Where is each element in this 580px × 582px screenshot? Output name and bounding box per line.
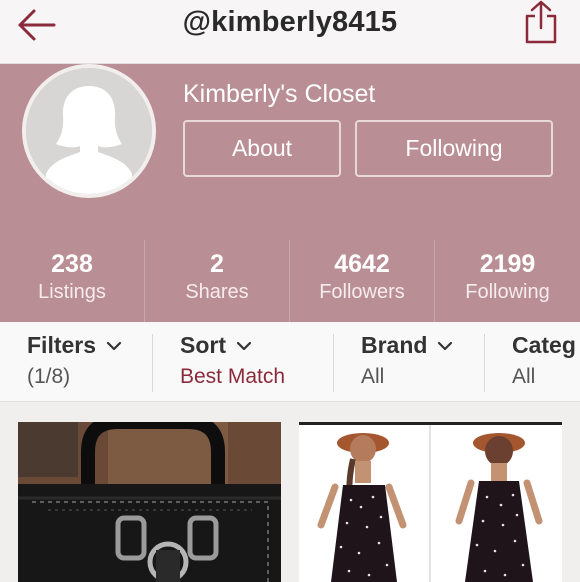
filter-name: Brand [361, 332, 428, 358]
share-icon [525, 0, 557, 44]
filter-name: Filters [27, 332, 97, 358]
stat-count: 2199 [479, 250, 536, 278]
stat-count: 4642 [334, 250, 390, 278]
filter-name: Sort [180, 332, 226, 358]
listing-card-handbag[interactable] [18, 422, 281, 582]
listing-card-dress[interactable] [299, 422, 562, 582]
stats-row: 238 Listings 2 Shares 4642 Followers 219… [0, 240, 580, 322]
brand-dropdown[interactable]: Brand All [361, 332, 453, 394]
divider [333, 334, 334, 392]
dress-photo [299, 425, 562, 582]
filters-dropdown[interactable]: Filters (1/8) [27, 332, 122, 394]
filter-name: Categ [512, 332, 576, 358]
filter-value: Best Match [180, 365, 286, 388]
stat-count: 238 [51, 250, 93, 278]
stat-label: Followers [319, 281, 405, 303]
closet-name: Kimberly's Closet [183, 80, 376, 108]
filter-value: All [512, 365, 536, 388]
listing-grid [0, 402, 580, 582]
chevron-down-icon [438, 341, 453, 350]
page-title: @kimberly8415 [182, 6, 398, 38]
sort-dropdown[interactable]: Sort Best Match [180, 332, 285, 394]
about-button[interactable]: About [183, 120, 341, 177]
handbag-photo [18, 422, 281, 582]
stat-following[interactable]: 2199 Following [435, 240, 580, 322]
avatar[interactable] [22, 64, 156, 198]
stat-listings[interactable]: 238 Listings [0, 240, 145, 322]
share-button[interactable] [521, 0, 561, 46]
stat-label: Following [465, 281, 550, 303]
stat-count: 2 [210, 250, 224, 278]
filter-value: All [361, 365, 385, 388]
divider [152, 334, 153, 392]
profile-header: Kimberly's Closet About Following 238 Li… [0, 64, 580, 322]
filter-bar: Filters (1/8) Sort Best Match Brand All … [0, 322, 580, 402]
top-bar: @kimberly8415 [0, 0, 580, 64]
chevron-down-icon [106, 341, 122, 350]
following-button[interactable]: Following [355, 120, 553, 177]
filter-value: (1/8) [27, 365, 71, 388]
chevron-down-icon [236, 341, 252, 350]
category-dropdown[interactable]: Categ All [512, 332, 580, 394]
stat-shares[interactable]: 2 Shares [145, 240, 290, 322]
divider [484, 334, 485, 392]
default-avatar-icon [26, 68, 152, 194]
stat-followers[interactable]: 4642 Followers [290, 240, 435, 322]
stat-label: Shares [185, 281, 249, 303]
stat-label: Listings [38, 281, 106, 303]
